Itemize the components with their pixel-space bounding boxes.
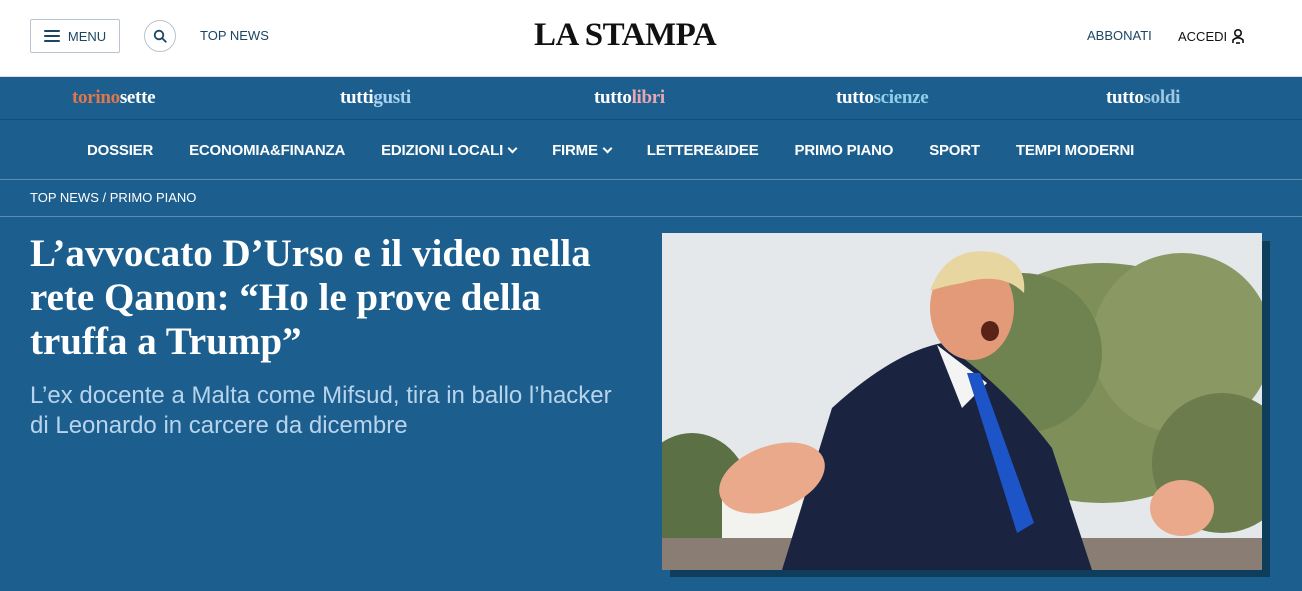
- nav-label: DOSSIER: [87, 141, 154, 159]
- main-navigation: DOSSIER ECONOMIA&FINANZA EDIZIONI LOCALI…: [0, 120, 1302, 180]
- supplement-suffix: scienze: [873, 87, 929, 108]
- menu-label: MENU: [67, 28, 107, 44]
- breadcrumb-primo-piano[interactable]: PRIMO PIANO: [110, 190, 197, 205]
- site-header: MENU TOP NEWS LA STAMPA ABBONATI ACCEDI: [0, 0, 1302, 77]
- user-icon: [1232, 28, 1244, 44]
- nav-item-tempi-moderni[interactable]: TEMPI MODERNI: [1016, 142, 1134, 159]
- hamburger-icon: [43, 30, 60, 42]
- article-photo-illustration: [662, 233, 1262, 570]
- nav-label: SPORT: [929, 141, 980, 159]
- nav-label: EDIZIONI LOCALI: [381, 141, 504, 159]
- nav-item-sport[interactable]: SPORT: [929, 142, 980, 159]
- supplement-prefix: tutto: [594, 87, 632, 108]
- chevron-down-icon: [507, 143, 518, 153]
- supplement-suffix: sette: [119, 87, 156, 108]
- nav-item-primo-piano[interactable]: PRIMO PIANO: [795, 142, 894, 159]
- supplement-prefix: torino: [72, 87, 120, 108]
- search-icon: [153, 29, 167, 43]
- supplement-suffix: gusti: [373, 87, 411, 108]
- breadcrumb-bar: TOP NEWS / PRIMO PIANO: [0, 180, 1302, 217]
- supplement-suffix: soldi: [1143, 87, 1181, 108]
- supplement-tuttolibri[interactable]: tuttolibri: [594, 87, 665, 109]
- nav-item-economia-finanza[interactable]: ECONOMIA&FINANZA: [189, 142, 345, 159]
- supplement-prefix: tutti: [340, 87, 374, 108]
- supplement-tuttigusti[interactable]: tuttigusti: [340, 87, 411, 109]
- nav-item-edizioni-locali[interactable]: EDIZIONI LOCALI: [381, 141, 518, 159]
- supplements-bar: torinosette tuttigusti tuttolibri tuttos…: [0, 77, 1302, 120]
- supplement-suffix: libri: [631, 87, 666, 108]
- top-news-link[interactable]: TOP NEWS: [200, 28, 269, 43]
- search-button[interactable]: [144, 20, 176, 52]
- chevron-down-icon: [602, 143, 613, 153]
- breadcrumb: TOP NEWS / PRIMO PIANO: [30, 190, 196, 205]
- article-subheadline: L’ex docente a Malta come Mifsud, tira i…: [30, 382, 612, 439]
- supplement-tuttosoldi[interactable]: tuttosoldi: [1106, 87, 1180, 109]
- article-headline[interactable]: L’avvocato D’Urso e il video nella rete …: [30, 232, 640, 364]
- supplement-torinosette[interactable]: torinosette: [72, 87, 156, 109]
- supplement-prefix: tutto: [1106, 87, 1144, 108]
- nav-label: ECONOMIA&FINANZA: [189, 141, 346, 159]
- nav-item-dossier[interactable]: DOSSIER: [87, 142, 153, 159]
- nav-label: PRIMO PIANO: [794, 141, 894, 159]
- breadcrumb-top-news[interactable]: TOP NEWS: [30, 190, 99, 205]
- supplement-tuttoscienze[interactable]: tuttoscienze: [836, 87, 929, 109]
- site-logo[interactable]: LA STAMPA: [534, 17, 717, 54]
- nav-label: LETTERE&IDEE: [646, 141, 759, 159]
- nav-item-firme[interactable]: FIRME: [552, 141, 613, 159]
- menu-button[interactable]: MENU: [30, 19, 120, 53]
- nav-item-lettere-idee[interactable]: LETTERE&IDEE: [647, 142, 759, 159]
- nav-label: FIRME: [552, 141, 598, 159]
- subscribe-link[interactable]: ABBONATI: [1087, 28, 1152, 43]
- supplement-prefix: tutto: [836, 87, 874, 108]
- login-link[interactable]: ACCEDI: [1178, 28, 1245, 44]
- breadcrumb-separator: /: [98, 190, 110, 205]
- article-photo[interactable]: [662, 233, 1262, 570]
- login-label: ACCEDI: [1178, 28, 1228, 44]
- nav-label: TEMPI MODERNI: [1015, 141, 1135, 159]
